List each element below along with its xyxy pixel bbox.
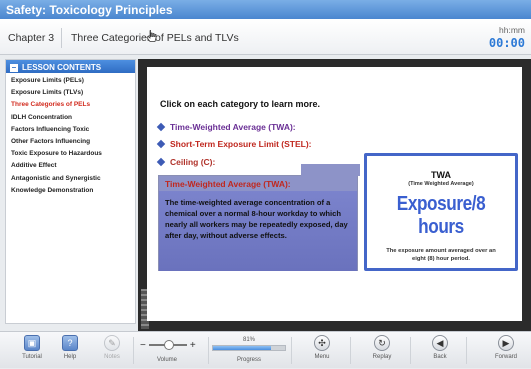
notes-button[interactable]: ✎ Notes bbox=[97, 332, 127, 369]
lesson-contents-panel: – LESSON CONTENTS Exposure Limits (PELs)… bbox=[5, 59, 136, 324]
back-button[interactable]: ◀ Back bbox=[425, 332, 455, 369]
chapter-bar: Chapter 3 Three Categories of PELs and T… bbox=[0, 19, 531, 55]
progress-label: Progress bbox=[236, 357, 261, 363]
forward-label: Forward bbox=[494, 354, 517, 360]
replay-label: Replay bbox=[372, 354, 392, 360]
replay-button[interactable]: ↻ Replay bbox=[365, 332, 399, 369]
back-label: Back bbox=[433, 354, 447, 360]
diamond-bullet-icon bbox=[156, 157, 166, 167]
lesson-contents-header[interactable]: – LESSON CONTENTS bbox=[6, 60, 135, 73]
toolbar-divider bbox=[291, 337, 292, 364]
category-twa-label: Time-Weighted Average (TWA): bbox=[170, 122, 296, 132]
diamond-bullet-icon bbox=[156, 122, 166, 132]
definition-body: The time-weighted average concentration … bbox=[159, 191, 357, 271]
twa-card-headline: Exposure/8 hours bbox=[396, 193, 486, 238]
lesson-item-three-categories[interactable]: Three Categories of PELs bbox=[11, 99, 135, 111]
window-title: Safety: Toxicology Principles bbox=[0, 0, 531, 19]
category-twa-link[interactable]: Time-Weighted Average (TWA): bbox=[156, 122, 296, 132]
tutorial-label: Tutorial bbox=[22, 354, 42, 360]
volume-label: Volume bbox=[157, 357, 178, 363]
lesson-item-idlh[interactable]: IDLH Concentration bbox=[11, 112, 135, 124]
lesson-item-exposure-limits-pels[interactable]: Exposure Limits (PELs) bbox=[11, 75, 135, 87]
lesson-item-factors-toxic[interactable]: Factors Influencing Toxic bbox=[11, 124, 135, 136]
lesson-contents-title: LESSON CONTENTS bbox=[22, 63, 102, 72]
category-stel-link[interactable]: Short-Term Exposure Limit (STEL): bbox=[156, 139, 312, 149]
progress-fill bbox=[213, 346, 272, 350]
chapter-number: Chapter 3 bbox=[8, 32, 55, 44]
progress-bar bbox=[212, 345, 286, 351]
menu-button[interactable]: ✣ Menu bbox=[305, 332, 339, 369]
volume-down-icon[interactable]: − bbox=[140, 340, 146, 351]
twa-card-abbr: TWA bbox=[431, 170, 451, 180]
twa-card-note: The exposure amount averaged over an eig… bbox=[386, 248, 496, 262]
lesson-item-additive-effect[interactable]: Additive Effect bbox=[11, 160, 135, 172]
help-icon: ? bbox=[62, 335, 78, 351]
lesson-list: Exposure Limits (PELs) Exposure Limits (… bbox=[6, 73, 135, 197]
lesson-item-toxic-exposure[interactable]: Toxic Exposure to Hazardous bbox=[11, 148, 135, 160]
progress-percent: 81% bbox=[242, 337, 255, 343]
diamond-bullet-icon bbox=[156, 139, 166, 149]
category-stel-label: Short-Term Exposure Limit (STEL): bbox=[170, 139, 312, 149]
lesson-item-knowledge-demo[interactable]: Knowledge Demonstration bbox=[11, 185, 135, 197]
replay-icon: ↻ bbox=[374, 335, 390, 351]
twa-card-full-name: (Time Weighted Average) bbox=[408, 181, 474, 187]
category-ceiling-label: Ceiling (C): bbox=[170, 157, 216, 167]
forward-button[interactable]: ▶ Forward bbox=[488, 332, 524, 369]
help-button[interactable]: ? Help bbox=[55, 332, 85, 369]
help-label: Help bbox=[63, 354, 77, 360]
notes-icon: ✎ bbox=[104, 335, 120, 351]
definition-tab bbox=[301, 164, 360, 176]
definition-title: Time-Weighted Average (TWA): bbox=[159, 176, 357, 191]
volume-knob[interactable] bbox=[163, 340, 174, 350]
mouse-cursor-icon bbox=[146, 30, 157, 42]
forward-arrow-icon: ▶ bbox=[498, 335, 514, 351]
volume-slider[interactable]: − + bbox=[140, 340, 206, 351]
category-ceiling-link[interactable]: Ceiling (C): bbox=[156, 157, 216, 167]
volume-up-icon[interactable]: + bbox=[190, 340, 196, 351]
header-divider bbox=[61, 28, 62, 48]
tutorial-button[interactable]: ▣ Tutorial bbox=[14, 332, 50, 369]
timer-value: 00:00 bbox=[488, 36, 525, 50]
definition-box: Time-Weighted Average (TWA): The time-we… bbox=[158, 164, 360, 271]
menu-icon: ✣ bbox=[314, 335, 330, 351]
lesson-item-other-factors[interactable]: Other Factors Influencing bbox=[11, 136, 135, 148]
toolbar-divider bbox=[350, 337, 351, 364]
collapse-icon[interactable]: – bbox=[10, 63, 18, 72]
toolbar-divider bbox=[410, 337, 411, 364]
notes-label: Notes bbox=[104, 354, 120, 360]
volume-track[interactable] bbox=[148, 340, 187, 350]
lesson-item-antagonistic[interactable]: Antagonistic and Synergistic bbox=[11, 173, 135, 185]
toolbar-divider bbox=[466, 337, 467, 364]
player-toolbar: ▣ Tutorial ? Help ✎ Notes − + Volume 81%… bbox=[0, 331, 531, 368]
toolbar-divider bbox=[208, 337, 209, 364]
menu-label: Menu bbox=[314, 354, 330, 360]
timer-label: hh:mm bbox=[499, 25, 525, 35]
toolbar-divider bbox=[133, 337, 134, 364]
slide-instruction: Click on each category to learn more. bbox=[160, 99, 321, 109]
progress-indicator: 81% Progress bbox=[212, 337, 286, 363]
twa-info-card: TWA (Time Weighted Average) Exposure/8 h… bbox=[364, 153, 518, 271]
tutorial-icon: ▣ bbox=[24, 335, 40, 351]
back-arrow-icon: ◀ bbox=[432, 335, 448, 351]
lesson-item-exposure-limits-tlvs[interactable]: Exposure Limits (TLVs) bbox=[11, 87, 135, 99]
